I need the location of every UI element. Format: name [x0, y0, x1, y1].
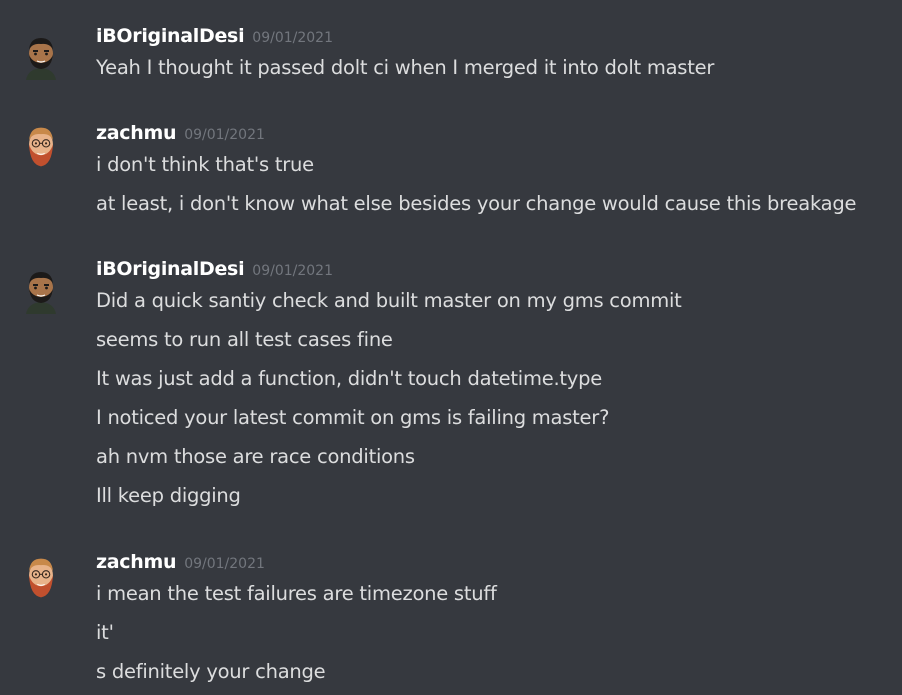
message-text: s definitely your change: [96, 660, 326, 683]
message-header: zachmu 09/01/2021: [96, 551, 265, 575]
author-name[interactable]: iBOriginalDesi: [96, 25, 245, 47]
message-text: ah nvm those are race conditions: [96, 445, 415, 468]
message-text: at least, i don't know what else besides…: [96, 192, 857, 215]
red-bearded-man-avatar-icon[interactable]: [20, 124, 62, 170]
message-header: zachmu 09/01/2021: [96, 122, 265, 146]
author-name[interactable]: zachmu: [96, 551, 177, 573]
author-name[interactable]: iBOriginalDesi: [96, 258, 245, 280]
message-header: iBOriginalDesi 09/01/2021: [96, 25, 333, 49]
timestamp: 09/01/2021: [252, 263, 333, 279]
message-text: it': [96, 621, 114, 644]
message-text: Did a quick santiy check and built maste…: [96, 289, 682, 312]
timestamp: 09/01/2021: [252, 30, 333, 46]
dark-hair-bearded-man-avatar-icon[interactable]: [20, 34, 62, 80]
author-name[interactable]: zachmu: [96, 122, 177, 144]
chat-log: iBOriginalDesi 09/01/2021 Yeah I thought …: [0, 0, 902, 695]
message-header: iBOriginalDesi 09/01/2021: [96, 258, 333, 282]
message-text: i don't think that's true: [96, 153, 314, 176]
message-text: I noticed your latest commit on gms is f…: [96, 406, 610, 429]
message-text: i mean the test failures are timezone st…: [96, 582, 497, 605]
message-text: Ill keep digging: [96, 484, 241, 507]
timestamp: 09/01/2021: [184, 556, 265, 572]
message-text: seems to run all test cases fine: [96, 328, 393, 351]
message-text: It was just add a function, didn't touch…: [96, 367, 602, 390]
dark-hair-bearded-man-avatar-icon[interactable]: [20, 268, 62, 314]
red-bearded-man-avatar-icon[interactable]: [20, 555, 62, 601]
timestamp: 09/01/2021: [184, 127, 265, 143]
message-text: Yeah I thought it passed dolt ci when I …: [96, 56, 715, 79]
